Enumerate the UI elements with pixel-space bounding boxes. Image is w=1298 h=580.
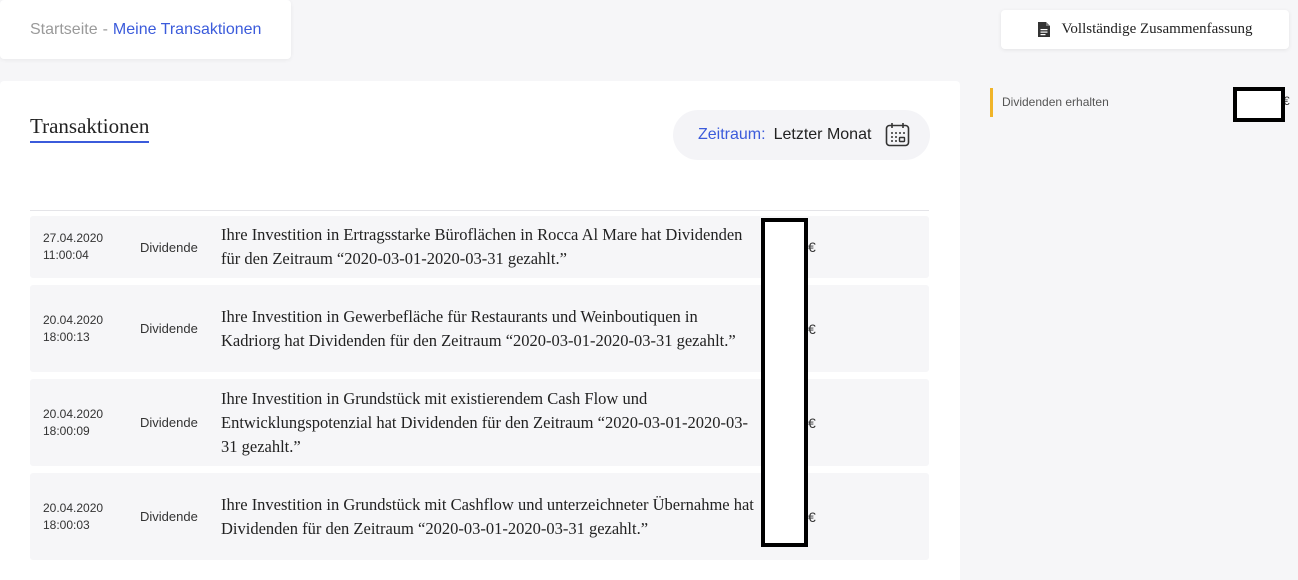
transaction-description: Ihre Investition in Grundstück mit exist…: [221, 388, 748, 456]
transaction-description: Ihre Investition in Ertragsstarke Bürofl…: [221, 225, 743, 268]
transaction-currency: €: [808, 239, 816, 255]
transaction-currency: €: [808, 320, 816, 337]
transaction-time: 18:00:09: [43, 423, 90, 438]
transaction-datetime: 20.04.2020 18:00:13: [30, 312, 140, 346]
transaction-type: Dividende: [140, 321, 198, 336]
transaction-date: 20.04.2020: [43, 500, 104, 515]
transaction-date: 27.04.2020: [43, 231, 104, 245]
table-divider: [30, 210, 929, 211]
transaction-time: 11:00:04: [43, 248, 89, 262]
transaction-time: 18:00:03: [43, 517, 90, 532]
transaction-datetime: 27.04.2020 11:00:04: [30, 230, 140, 264]
breadcrumb-separator: -: [102, 20, 108, 38]
transaction-type: Dividende: [140, 415, 198, 430]
calendar-icon[interactable]: [885, 122, 910, 147]
document-icon: [1037, 22, 1050, 37]
transaction-currency: €: [808, 414, 816, 431]
period-filter[interactable]: Zeitraum: Letzter Monat: [673, 110, 930, 160]
transactions-panel: Transaktionen Zeitraum: Letzter Monat 27…: [0, 81, 960, 580]
transaction-description: Ihre Investition in Gewerbefläche für Re…: [221, 306, 736, 350]
transaction-date: 20.04.2020: [43, 312, 104, 327]
breadcrumb-home-link[interactable]: Startseite: [30, 21, 98, 39]
transaction-type: Dividende: [140, 239, 198, 255]
redacted-amounts: [761, 218, 808, 547]
transaction-description: Ihre Investition in Grundstück mit Cashf…: [221, 494, 754, 538]
page-title: Transaktionen: [30, 114, 150, 143]
dividends-received-label: Dividenden erhalten: [1002, 95, 1109, 109]
transaction-date: 20.04.2020: [43, 406, 104, 421]
full-summary-label: Vollständige Zusammenfassung: [1061, 21, 1253, 37]
full-summary-button[interactable]: Vollständige Zusammenfassung: [1001, 10, 1289, 49]
breadcrumb: Startseite - Meine Transaktionen: [0, 0, 291, 59]
transaction-time: 18:00:13: [43, 329, 90, 344]
breadcrumb-current[interactable]: Meine Transaktionen: [113, 21, 262, 39]
transaction-currency: €: [808, 508, 816, 525]
transaction-datetime: 20.04.2020 18:00:03: [30, 500, 140, 534]
redacted-total: [1233, 87, 1285, 122]
period-value: Letzter Monat: [773, 126, 872, 143]
transaction-datetime: 20.04.2020 18:00:09: [30, 406, 140, 440]
transaction-type: Dividende: [140, 509, 198, 524]
period-label: Zeitraum:: [698, 126, 766, 143]
